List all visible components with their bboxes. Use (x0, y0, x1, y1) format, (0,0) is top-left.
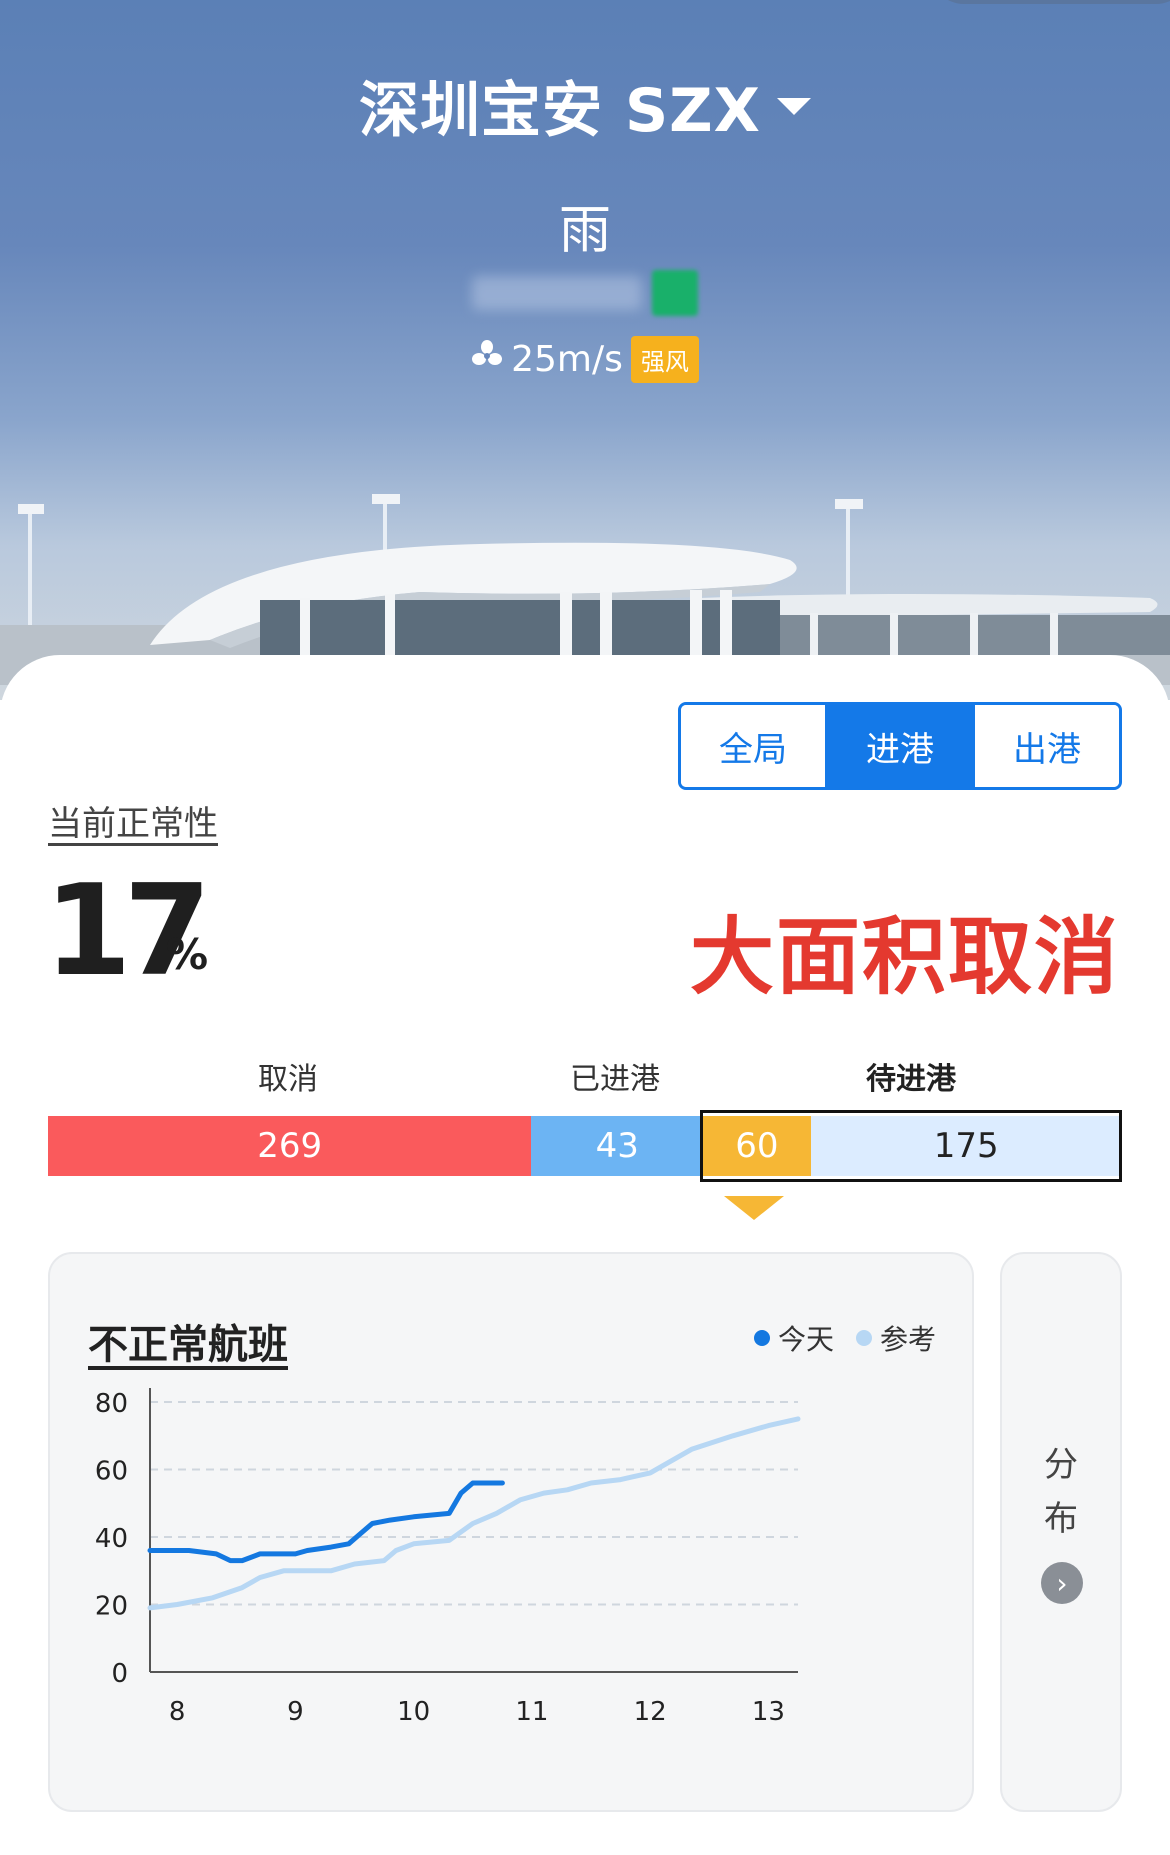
series-line-today (147, 1480, 505, 1564)
status-headline: 大面积取消 (689, 908, 1120, 1006)
tab-departures[interactable]: 出港 (972, 705, 1119, 787)
series-line-reference (147, 1416, 801, 1611)
label-arrived: 已进港 (570, 1062, 660, 1097)
legend-reference: 参考 (855, 1318, 936, 1358)
pointer-down-icon (724, 1196, 784, 1220)
wind-speed: 25m/s (511, 339, 623, 380)
y-tick-label: 40 (95, 1524, 128, 1554)
tab-arrivals[interactable]: 进港 (825, 705, 972, 787)
wind-level-badge: 强风 (630, 336, 699, 383)
y-tick-label: 80 (95, 1389, 128, 1419)
normality-unit: % (166, 930, 209, 979)
flight-status-bar[interactable]: 269 43 60 175 (48, 1116, 1122, 1176)
airport-selector[interactable]: 深圳宝安 SZX (0, 62, 1170, 149)
blurred-temperature (0, 270, 1170, 316)
tab-overall[interactable]: 全局 (681, 705, 825, 787)
weather-condition: 雨 (558, 201, 611, 261)
x-tick-label: 9 (287, 1697, 304, 1727)
hero-banner: 深圳宝安 SZX 雨 25m/s 强风 (0, 0, 1170, 700)
x-tick-label: 13 (752, 1697, 785, 1727)
chart-title[interactable]: 不正常航班 (88, 1312, 288, 1370)
top-pill-decoration (930, 0, 1170, 4)
x-tick-label: 8 (169, 1697, 186, 1727)
wind-fan-icon (471, 339, 503, 380)
bar-segment-arrived[interactable]: 43 (531, 1116, 704, 1176)
x-tick-label: 12 (634, 1697, 667, 1727)
airport-name: 深圳宝安 SZX (359, 76, 761, 146)
y-tick-label: 60 (95, 1457, 128, 1487)
legend-dot-reference (855, 1330, 872, 1346)
y-tick-label: 0 (111, 1659, 128, 1689)
chart-legend: 今天 参考 (753, 1318, 936, 1358)
label-cancelled: 取消 (258, 1062, 318, 1097)
bar-segment-delayed[interactable]: 60 (703, 1116, 811, 1176)
wind-info: 25m/s 强风 (0, 336, 1170, 383)
label-pending: 待进港 (866, 1062, 956, 1097)
blurred-badge (652, 270, 698, 316)
chevron-right-icon[interactable]: › (1041, 1562, 1083, 1604)
legend-today: 今天 (753, 1318, 834, 1358)
chevron-down-icon (776, 97, 811, 115)
abnormal-flights-panel[interactable]: 0 20 40 60 80 8 9 10 11 12 13 不正常航班 今天 参考 (48, 1252, 974, 1812)
x-tick-label: 10 (397, 1697, 430, 1727)
legend-dot-today (753, 1330, 770, 1346)
direction-tabs: 全局 进港 出港 (678, 702, 1122, 790)
x-tick-label: 11 (515, 1697, 548, 1727)
distribution-panel[interactable]: 分 布 › (1000, 1252, 1122, 1812)
normality-label[interactable]: 当前正常性 (48, 796, 218, 845)
distribution-label: 分 布 (1044, 1445, 1078, 1539)
bar-segment-waiting[interactable]: 175 (810, 1116, 1122, 1176)
blurred-text (472, 276, 642, 310)
y-tick-label: 20 (95, 1592, 128, 1622)
bar-segment-cancelled[interactable]: 269 (48, 1116, 532, 1176)
